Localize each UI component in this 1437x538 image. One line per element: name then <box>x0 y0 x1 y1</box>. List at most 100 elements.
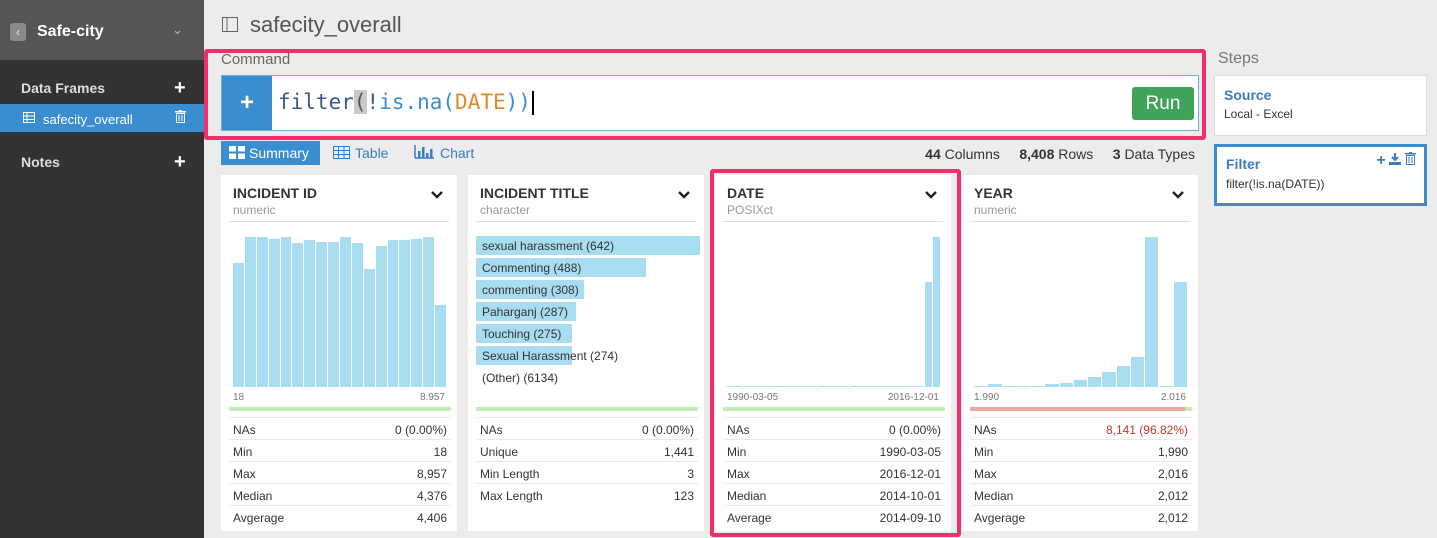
tab-chart[interactable]: Chart <box>414 141 474 165</box>
top-value-label: (Other) (6134) <box>482 371 559 385</box>
histogram-bar <box>1145 237 1159 387</box>
stat-row: NAs 0 (0.00%) <box>476 417 698 439</box>
histogram-bar <box>316 241 328 387</box>
histogram-bar <box>244 237 256 387</box>
notes-label: Notes <box>21 154 60 170</box>
columns-count: 44 <box>925 146 941 162</box>
top-value-label: Sexual Harassment (274) <box>482 349 619 363</box>
histogram-bar <box>375 246 387 387</box>
stat-key: Min Length <box>480 467 540 481</box>
histogram-bar <box>1045 384 1059 387</box>
histogram-bar <box>411 238 423 387</box>
stat-key: NAs <box>974 423 997 437</box>
top-value-label: commenting (308) <box>482 283 579 297</box>
stat-row: NAs 0 (0.00%) <box>229 417 451 439</box>
step-filter[interactable]: Filter filter(!is.na(DATE)) + <box>1214 144 1427 206</box>
stat-row: Median 2,012 <box>970 483 1192 505</box>
na-bar-present <box>476 407 698 411</box>
step-source[interactable]: Source Local - Excel <box>1214 75 1427 136</box>
stat-key: Unique <box>480 445 519 459</box>
histogram-bar <box>1059 382 1073 387</box>
histogram-bar <box>435 304 446 387</box>
histogram-bar <box>304 240 316 387</box>
column-menu-chevron-icon[interactable] <box>431 188 443 202</box>
stat-value: 1,441 <box>663 445 694 459</box>
stat-key: Min <box>974 445 994 459</box>
column-type: character <box>480 203 531 217</box>
column-type: numeric <box>233 203 276 217</box>
stat-value: 2,012 <box>1157 489 1188 503</box>
stat-value: 0 (0.00%) <box>641 423 694 437</box>
histogram-bar <box>1073 379 1088 387</box>
column-menu-chevron-icon[interactable] <box>1172 188 1184 202</box>
rows-label: Rows <box>1058 146 1094 162</box>
tab-table[interactable]: Table <box>333 141 388 165</box>
download-icon[interactable] <box>1389 153 1402 165</box>
column-name: INCIDENT TITLE <box>480 185 589 201</box>
stat-row: Max 2,016 <box>970 461 1192 483</box>
header-divider <box>970 221 1190 222</box>
stat-row: Max 8,957 <box>229 461 451 483</box>
stat-value: 0 (0.00%) <box>394 423 447 437</box>
table-view-icon <box>333 146 350 159</box>
top-value-label: Commenting (488) <box>482 261 582 275</box>
rows-count: 8,408 <box>1019 146 1055 162</box>
step-filter-desc: filter(!is.na(DATE)) <box>1226 177 1325 191</box>
histogram-bar <box>387 240 399 387</box>
histogram-bar <box>1031 385 1045 387</box>
na-bar-missing <box>970 407 1185 411</box>
dataset-stats: 44 Columns 8,408 Rows 3 Data Types <box>925 146 1195 162</box>
chart-icon <box>414 145 434 159</box>
add-step-icon[interactable]: + <box>1376 152 1385 169</box>
histogram-bar <box>1116 366 1130 387</box>
page-title: safecity_overall <box>250 12 402 37</box>
histogram-bar <box>280 237 292 387</box>
data-frame-icon <box>222 17 238 37</box>
stat-row: Median 4,376 <box>229 483 451 505</box>
table-icon <box>23 111 35 126</box>
step-filter-title: Filter <box>1226 156 1261 172</box>
histogram-bar <box>399 240 411 387</box>
column-card: INCIDENT TITLE character sexual harassment… <box>468 175 704 531</box>
histogram-bar <box>974 385 988 387</box>
stat-row: Min 18 <box>229 439 451 461</box>
trash-icon[interactable] <box>175 110 186 126</box>
stat-value: 4,376 <box>416 489 447 503</box>
stat-key: Max <box>974 467 997 481</box>
trash-icon[interactable] <box>1405 152 1416 165</box>
histogram-bar <box>988 384 1002 387</box>
top-value-label: Paharganj (287) <box>482 305 569 319</box>
back-icon[interactable]: ‹ <box>10 23 26 41</box>
histogram-bar <box>1002 385 1016 387</box>
add-note-icon[interactable]: + <box>174 152 186 172</box>
chevron-down-icon[interactable]: ⌄ <box>172 22 183 38</box>
tab-summary-label: Summary <box>249 145 309 161</box>
column-card: YEAR numeric 1.990 2.016 NAs 8,141 (96.82%) Mi… <box>962 175 1198 531</box>
stat-key: NAs <box>233 423 256 437</box>
stat-key: Avgerage <box>233 511 285 525</box>
types-count: 3 <box>1112 146 1121 162</box>
histogram-bar <box>1130 357 1145 387</box>
stat-value: 2,012 <box>1157 511 1188 525</box>
header-divider <box>476 221 696 222</box>
add-data-frame-icon[interactable]: + <box>174 78 186 98</box>
axis-min-label: 18 <box>233 392 245 403</box>
column-name: INCIDENT ID <box>233 185 317 201</box>
step-source-title: Source <box>1224 87 1272 103</box>
tab-summary[interactable]: Summary <box>221 141 320 165</box>
project-title: Safe-city <box>37 23 104 40</box>
data-frames-label: Data Frames <box>21 80 106 96</box>
histogram-bar <box>256 237 268 387</box>
stat-row: Avgerage 4,406 <box>229 505 451 527</box>
project-header[interactable]: ‹ Safe-city ⌄ <box>0 0 204 60</box>
stat-value: 2,016 <box>1157 467 1188 481</box>
histogram-bar <box>1173 282 1187 387</box>
stat-row: Max Length 123 <box>476 483 698 505</box>
stat-key: Max Length <box>480 489 543 503</box>
stat-row: NAs 8,141 (96.82%) <box>970 417 1192 439</box>
columns-label: Columns <box>944 146 1000 162</box>
main-area: safecity_overall Command + filter(!is.na… <box>204 0 1437 538</box>
column-menu-chevron-icon[interactable] <box>678 188 690 202</box>
sidebar-item-safecity-overall[interactable]: safecity_overall <box>0 104 204 132</box>
top-value-label: sexual harassment (642) <box>482 239 615 253</box>
